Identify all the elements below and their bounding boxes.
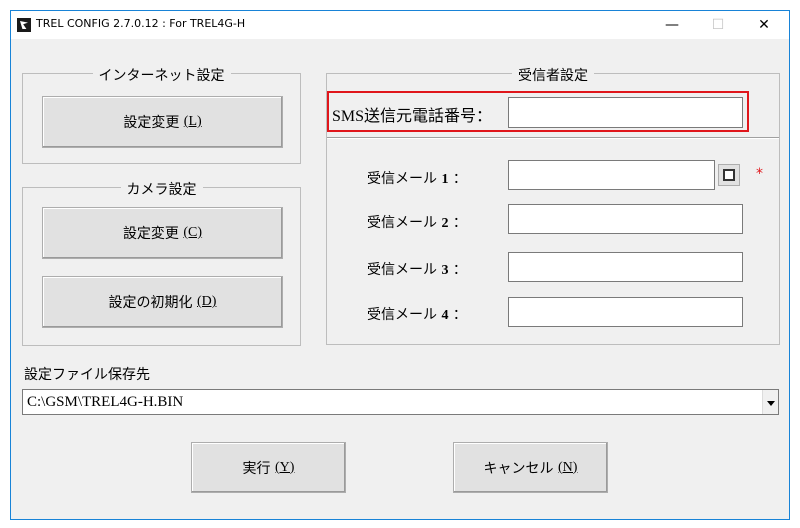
title-bar[interactable]: TREL CONFIG 2.7.0.12 : For TREL4G-H — ☐ … xyxy=(11,11,789,39)
window-title: TREL CONFIG 2.7.0.12 : For TREL4G-H xyxy=(36,17,246,30)
run-shortcut: (Y) xyxy=(275,459,295,475)
chevron-down-icon[interactable] xyxy=(762,390,778,414)
camera-init-label: 設定の初期化 xyxy=(108,295,193,311)
close-button[interactable]: ✕ xyxy=(741,11,787,39)
sms-number-input[interactable] xyxy=(508,97,743,128)
camera-change-button[interactable]: 設定変更 (C) xyxy=(42,207,283,259)
camera-init-shortcut: (D) xyxy=(197,294,217,309)
maximize-button: ☐ xyxy=(711,17,725,33)
mail-1-label: 受信メール 1 ： xyxy=(367,171,467,187)
mail-2-label: 受信メール 2 ： xyxy=(367,215,467,231)
cancel-label: キャンセル xyxy=(483,460,554,477)
mail-4-label: 受信メール 4 ： xyxy=(367,307,467,323)
sms-number-label: SMS送信元電話番号： xyxy=(332,108,493,125)
app-logo-icon xyxy=(17,18,31,32)
mail-1-input[interactable] xyxy=(508,160,715,190)
save-path-select[interactable]: C:\GSM\TREL4G-H.BIN xyxy=(22,389,779,415)
mail-3-input[interactable] xyxy=(508,252,743,282)
internet-settings-legend: インターネット設定 xyxy=(92,68,231,84)
camera-change-shortcut: (C) xyxy=(183,225,203,240)
internet-change-button[interactable]: 設定変更 (L) xyxy=(42,96,283,148)
mail-2-input[interactable] xyxy=(508,204,743,234)
checkbox-icon xyxy=(723,169,735,181)
run-label: 実行 xyxy=(242,460,271,477)
minimize-button[interactable]: — xyxy=(649,11,695,39)
mail-1-checkbox[interactable] xyxy=(718,164,740,186)
cancel-button[interactable]: キャンセル (N) xyxy=(453,442,608,493)
camera-init-button[interactable]: 設定の初期化 (D) xyxy=(42,276,283,328)
save-path-value: C:\GSM\TREL4G-H.BIN xyxy=(27,394,184,410)
app-window: TREL CONFIG 2.7.0.12 : For TREL4G-H — ☐ … xyxy=(10,10,790,520)
cancel-shortcut: (N) xyxy=(558,459,578,475)
required-mark: * xyxy=(756,166,763,182)
camera-change-label: 設定変更 xyxy=(122,226,179,242)
save-path-label: 設定ファイル保存先 xyxy=(24,367,150,383)
camera-settings-legend: カメラ設定 xyxy=(120,182,203,198)
receiver-settings-legend: 受信者設定 xyxy=(512,68,594,84)
run-button[interactable]: 実行 (Y) xyxy=(191,442,346,493)
receiver-separator xyxy=(327,137,779,139)
mail-3-label: 受信メール 3 ： xyxy=(367,262,467,278)
internet-change-shortcut: (L) xyxy=(183,114,202,129)
mail-4-input[interactable] xyxy=(508,297,743,327)
internet-change-label: 設定変更 xyxy=(123,115,180,131)
